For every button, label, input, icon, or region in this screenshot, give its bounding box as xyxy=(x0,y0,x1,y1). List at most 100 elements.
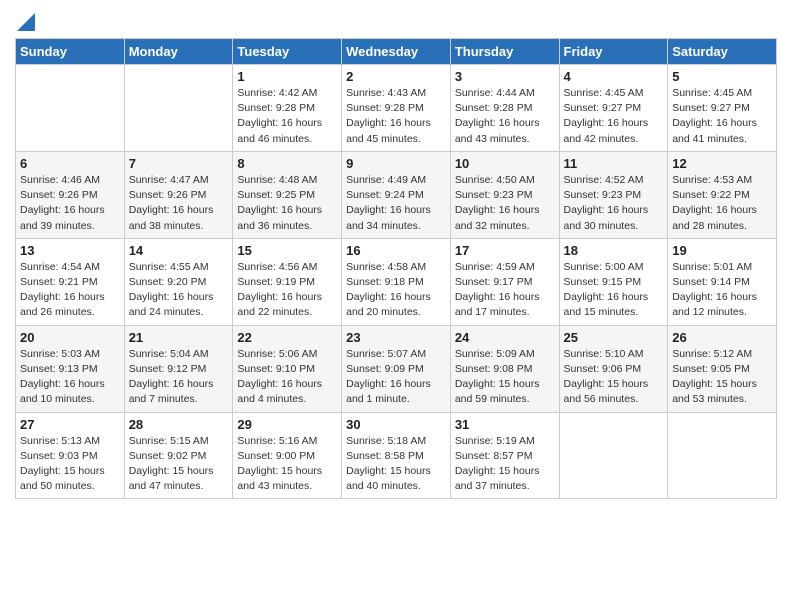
day-info: Sunrise: 5:03 AM Sunset: 9:13 PM Dayligh… xyxy=(20,347,120,408)
day-info: Sunrise: 5:10 AM Sunset: 9:06 PM Dayligh… xyxy=(564,347,664,408)
day-info: Sunrise: 5:06 AM Sunset: 9:10 PM Dayligh… xyxy=(237,347,337,408)
calendar-cell: 11 Sunrise: 4:52 AM Sunset: 9:23 PM Dayli… xyxy=(559,151,668,238)
day-number: 25 xyxy=(564,330,664,345)
calendar-cell: 4Sunrise: 4:45 AM Sunset: 9:27 PM Daylig… xyxy=(559,65,668,152)
day-info: Sunrise: 4:50 AM Sunset: 9:23 PM Dayligh… xyxy=(455,173,555,234)
day-number: 30 xyxy=(346,417,446,432)
day-info: Sunrise: 5:16 AM Sunset: 9:00 PM Dayligh… xyxy=(237,434,337,495)
calendar-cell: 20 Sunrise: 5:03 AM Sunset: 9:13 PM Dayli… xyxy=(16,325,125,412)
calendar-header-row: SundayMondayTuesdayWednesdayThursdayFrid… xyxy=(16,39,777,65)
calendar-cell: 25 Sunrise: 5:10 AM Sunset: 9:06 PM Dayli… xyxy=(559,325,668,412)
day-number: 28 xyxy=(129,417,229,432)
calendar-cell: 15Sunrise: 4:56 AM Sunset: 9:19 PM Dayli… xyxy=(233,238,342,325)
day-number: 27 xyxy=(20,417,120,432)
calendar-cell: 21 Sunrise: 5:04 AM Sunset: 9:12 PM Dayli… xyxy=(124,325,233,412)
day-info: Sunrise: 5:04 AM Sunset: 9:12 PM Dayligh… xyxy=(129,347,229,408)
calendar-day-header: Thursday xyxy=(450,39,559,65)
calendar-day-header: Saturday xyxy=(668,39,777,65)
calendar-cell: 27 Sunrise: 5:13 AM Sunset: 9:03 PM Dayli… xyxy=(16,412,125,499)
day-number: 8 xyxy=(237,156,337,171)
day-info: Sunrise: 4:43 AM Sunset: 9:28 PM Dayligh… xyxy=(346,86,446,147)
day-number: 10 xyxy=(455,156,555,171)
calendar-cell xyxy=(124,65,233,152)
day-info: Sunrise: 4:49 AM Sunset: 9:24 PM Dayligh… xyxy=(346,173,446,234)
day-info: Sunrise: 5:01 AM Sunset: 9:14 PM Dayligh… xyxy=(672,260,772,321)
day-number: 18 xyxy=(564,243,664,258)
day-info: Sunrise: 4:53 AM Sunset: 9:22 PM Dayligh… xyxy=(672,173,772,234)
day-number: 9 xyxy=(346,156,446,171)
day-number: 13 xyxy=(20,243,120,258)
day-number: 4 xyxy=(564,69,664,84)
day-info: Sunrise: 4:44 AM Sunset: 9:28 PM Dayligh… xyxy=(455,86,555,147)
day-info: Sunrise: 4:59 AM Sunset: 9:17 PM Dayligh… xyxy=(455,260,555,321)
calendar-table: SundayMondayTuesdayWednesdayThursdayFrid… xyxy=(15,38,777,499)
day-number: 16 xyxy=(346,243,446,258)
day-number: 5 xyxy=(672,69,772,84)
day-info: Sunrise: 5:19 AM Sunset: 8:57 PM Dayligh… xyxy=(455,434,555,495)
day-info: Sunrise: 5:09 AM Sunset: 9:08 PM Dayligh… xyxy=(455,347,555,408)
day-info: Sunrise: 5:07 AM Sunset: 9:09 PM Dayligh… xyxy=(346,347,446,408)
page-header xyxy=(15,10,777,30)
day-info: Sunrise: 5:00 AM Sunset: 9:15 PM Dayligh… xyxy=(564,260,664,321)
day-info: Sunrise: 5:13 AM Sunset: 9:03 PM Dayligh… xyxy=(20,434,120,495)
day-number: 2 xyxy=(346,69,446,84)
calendar-cell: 31 Sunrise: 5:19 AM Sunset: 8:57 PM Dayli… xyxy=(450,412,559,499)
day-info: Sunrise: 4:56 AM Sunset: 9:19 PM Dayligh… xyxy=(237,260,337,321)
calendar-cell: 22 Sunrise: 5:06 AM Sunset: 9:10 PM Dayli… xyxy=(233,325,342,412)
day-info: Sunrise: 4:47 AM Sunset: 9:26 PM Dayligh… xyxy=(129,173,229,234)
calendar-day-header: Friday xyxy=(559,39,668,65)
day-info: Sunrise: 4:42 AM Sunset: 9:28 PM Dayligh… xyxy=(237,86,337,147)
calendar-cell: 24 Sunrise: 5:09 AM Sunset: 9:08 PM Dayli… xyxy=(450,325,559,412)
calendar-cell: 5 Sunrise: 4:45 AM Sunset: 9:27 PM Daylig… xyxy=(668,65,777,152)
day-number: 20 xyxy=(20,330,120,345)
calendar-cell: 29 Sunrise: 5:16 AM Sunset: 9:00 PM Dayli… xyxy=(233,412,342,499)
day-info: Sunrise: 5:18 AM Sunset: 8:58 PM Dayligh… xyxy=(346,434,446,495)
day-number: 1 xyxy=(237,69,337,84)
day-info: Sunrise: 4:54 AM Sunset: 9:21 PM Dayligh… xyxy=(20,260,120,321)
calendar-day-header: Monday xyxy=(124,39,233,65)
day-info: Sunrise: 4:55 AM Sunset: 9:20 PM Dayligh… xyxy=(129,260,229,321)
day-number: 6 xyxy=(20,156,120,171)
calendar-week-row: 1 Sunrise: 4:42 AM Sunset: 9:28 PM Daylig… xyxy=(16,65,777,152)
calendar-cell: 6 Sunrise: 4:46 AM Sunset: 9:26 PM Daylig… xyxy=(16,151,125,238)
day-info: Sunrise: 4:52 AM Sunset: 9:23 PM Dayligh… xyxy=(564,173,664,234)
logo-triangle-icon xyxy=(17,13,37,33)
calendar-cell: 7 Sunrise: 4:47 AM Sunset: 9:26 PM Daylig… xyxy=(124,151,233,238)
day-info: Sunrise: 5:12 AM Sunset: 9:05 PM Dayligh… xyxy=(672,347,772,408)
calendar-cell: 23 Sunrise: 5:07 AM Sunset: 9:09 PM Dayli… xyxy=(342,325,451,412)
day-info: Sunrise: 4:45 AM Sunset: 9:27 PM Dayligh… xyxy=(672,86,772,147)
calendar-day-header: Tuesday xyxy=(233,39,342,65)
calendar-day-header: Sunday xyxy=(16,39,125,65)
day-info: Sunrise: 4:58 AM Sunset: 9:18 PM Dayligh… xyxy=(346,260,446,321)
day-number: 23 xyxy=(346,330,446,345)
day-number: 31 xyxy=(455,417,555,432)
logo xyxy=(15,10,37,30)
calendar-cell: 13 Sunrise: 4:54 AM Sunset: 9:21 PM Dayli… xyxy=(16,238,125,325)
day-number: 24 xyxy=(455,330,555,345)
calendar-week-row: 20 Sunrise: 5:03 AM Sunset: 9:13 PM Dayli… xyxy=(16,325,777,412)
calendar-cell: 10 Sunrise: 4:50 AM Sunset: 9:23 PM Dayli… xyxy=(450,151,559,238)
calendar-cell: 1 Sunrise: 4:42 AM Sunset: 9:28 PM Daylig… xyxy=(233,65,342,152)
day-info: Sunrise: 4:46 AM Sunset: 9:26 PM Dayligh… xyxy=(20,173,120,234)
day-number: 17 xyxy=(455,243,555,258)
calendar-cell: 8Sunrise: 4:48 AM Sunset: 9:25 PM Daylig… xyxy=(233,151,342,238)
calendar-cell: 16 Sunrise: 4:58 AM Sunset: 9:18 PM Dayli… xyxy=(342,238,451,325)
day-number: 3 xyxy=(455,69,555,84)
day-number: 11 xyxy=(564,156,664,171)
calendar-cell xyxy=(559,412,668,499)
calendar-cell: 3 Sunrise: 4:44 AM Sunset: 9:28 PM Daylig… xyxy=(450,65,559,152)
day-number: 7 xyxy=(129,156,229,171)
calendar-cell: 14 Sunrise: 4:55 AM Sunset: 9:20 PM Dayli… xyxy=(124,238,233,325)
calendar-cell: 12 Sunrise: 4:53 AM Sunset: 9:22 PM Dayli… xyxy=(668,151,777,238)
calendar-cell: 30 Sunrise: 5:18 AM Sunset: 8:58 PM Dayli… xyxy=(342,412,451,499)
day-number: 21 xyxy=(129,330,229,345)
calendar-cell: 26Sunrise: 5:12 AM Sunset: 9:05 PM Dayli… xyxy=(668,325,777,412)
day-number: 29 xyxy=(237,417,337,432)
calendar-cell: 17 Sunrise: 4:59 AM Sunset: 9:17 PM Dayli… xyxy=(450,238,559,325)
calendar-cell: 9 Sunrise: 4:49 AM Sunset: 9:24 PM Daylig… xyxy=(342,151,451,238)
day-number: 12 xyxy=(672,156,772,171)
day-info: Sunrise: 5:15 AM Sunset: 9:02 PM Dayligh… xyxy=(129,434,229,495)
day-number: 14 xyxy=(129,243,229,258)
day-number: 22 xyxy=(237,330,337,345)
calendar-cell: 18 Sunrise: 5:00 AM Sunset: 9:15 PM Dayli… xyxy=(559,238,668,325)
